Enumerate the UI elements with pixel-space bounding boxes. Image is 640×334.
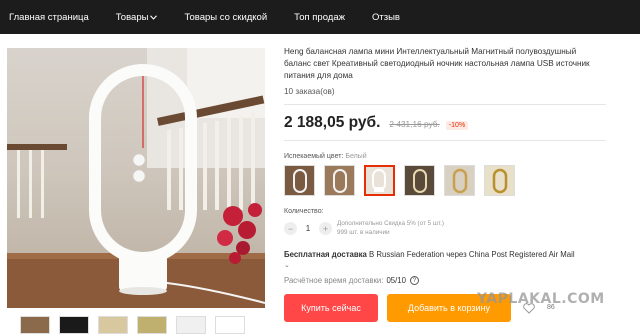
divider	[284, 104, 606, 106]
help-icon[interactable]: ?	[409, 276, 419, 286]
buy-now-button[interactable]: Купить сейчас	[284, 294, 378, 322]
thumbnail[interactable]	[215, 316, 245, 334]
thumbnail[interactable]	[176, 316, 206, 334]
divider	[284, 140, 606, 142]
nav-products[interactable]: Товары	[116, 12, 158, 23]
color-label: Испекаемый цвет: Белый	[284, 153, 604, 160]
nav-reviews-label: Отзыв	[371, 11, 400, 23]
quantity-input[interactable]: 1	[297, 224, 319, 233]
orders-count: 10 заказа(ов)	[284, 87, 335, 97]
color-swatches	[284, 165, 604, 197]
chevron-down-icon	[150, 14, 158, 20]
delivery-estimate: Расчётное время доставки: 05/10 ?	[284, 276, 604, 286]
nav-home[interactable]: Главная страница	[9, 12, 89, 23]
current-price: 2 188,05 руб.	[284, 114, 381, 132]
quantity-minus-button[interactable]: −	[284, 222, 297, 236]
quantity-plus-button[interactable]: +	[319, 222, 332, 236]
delivery-value: 05/10	[386, 276, 406, 286]
nav-discount[interactable]: Товары со скидкой	[184, 12, 267, 23]
product-title: Heng балансная лампа мини Интеллектуальн…	[284, 47, 590, 80]
stock-note: 999 шт. в наличии	[337, 228, 390, 236]
quantity-label: Количество:	[284, 208, 324, 216]
quantity-note: Дополнительно Скидка 5% (от 5 шт.) 999 ш…	[337, 220, 444, 237]
color-swatch[interactable]	[404, 165, 435, 197]
top-navigation: Главная страница Товары Товары со скидко…	[0, 0, 640, 34]
delivery-label: Расчётное время доставки:	[284, 276, 384, 286]
color-selected-value: Белый	[345, 153, 367, 161]
watermark-logo: YAPLAKAL.COM	[477, 291, 605, 307]
color-swatch[interactable]	[444, 165, 475, 197]
color-swatch[interactable]	[484, 165, 515, 197]
thumbnail[interactable]	[20, 316, 50, 334]
free-shipping-label: Бесплатная доставка	[284, 250, 367, 260]
color-label-text: Испекаемый цвет:	[284, 153, 344, 161]
thumbnail[interactable]	[98, 316, 128, 334]
thumbnail[interactable]	[137, 316, 167, 334]
thumbnail[interactable]	[59, 316, 89, 334]
thumbnail-strip	[20, 316, 245, 334]
nav-top-sales-label: Топ продаж	[294, 11, 345, 23]
product-main-image[interactable]	[7, 48, 265, 308]
old-price: 2 431,16 руб.	[389, 119, 440, 130]
price-row: 2 188,05 руб. 2 431,16 руб. -10%	[284, 114, 604, 132]
nav-home-label: Главная страница	[9, 11, 89, 23]
bulk-discount-note: Дополнительно Скидка 5% (от 5 шт.)	[337, 220, 444, 228]
nav-discount-label: Товары со скидкой	[184, 11, 268, 23]
shipping-method: В Russian Federation через China Post Re…	[366, 250, 575, 260]
color-swatch[interactable]	[284, 165, 315, 197]
shipping-info: Бесплатная доставка В Russian Federation…	[284, 250, 604, 271]
color-swatch-selected[interactable]	[364, 165, 395, 197]
nav-reviews[interactable]: Отзыв	[372, 12, 400, 23]
shipping-options-chevron[interactable]: ⌄	[284, 261, 604, 271]
product-info: Heng балансная лампа мини Интеллектуальн…	[284, 46, 606, 286]
nav-top-sales[interactable]: Топ продаж	[294, 12, 345, 23]
quantity-stepper: − 1 + Дополнительно Скидка 5% (от 5 шт.)…	[284, 220, 604, 237]
discount-badge: -10%	[445, 121, 469, 131]
color-swatch[interactable]	[324, 165, 355, 197]
nav-products-label: Товары	[115, 11, 149, 23]
